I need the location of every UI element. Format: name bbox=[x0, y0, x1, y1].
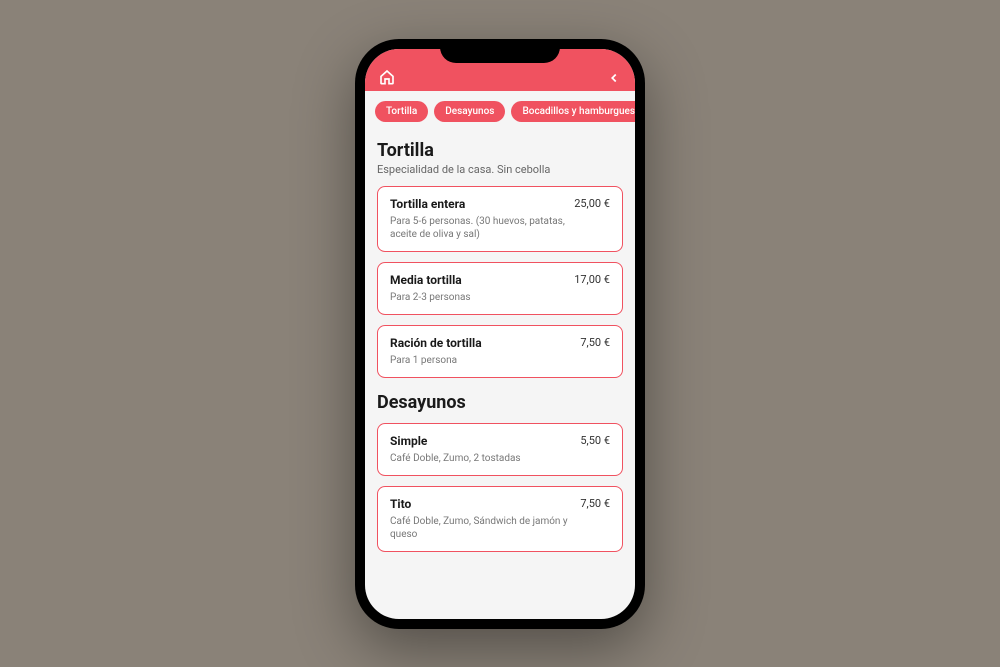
item-name: Simple bbox=[390, 434, 427, 448]
item-price: 5,50 € bbox=[580, 434, 610, 447]
menu-item[interactable]: Tortilla entera 25,00 € Para 5-6 persona… bbox=[377, 186, 623, 252]
tab-tortilla[interactable]: Tortilla bbox=[375, 101, 428, 122]
item-desc: Para 1 persona bbox=[390, 354, 570, 367]
section-subtitle: Especialidad de la casa. Sin cebolla bbox=[377, 163, 623, 176]
menu-item[interactable]: Simple 5,50 € Café Doble, Zumo, 2 tostad… bbox=[377, 423, 623, 476]
item-desc: Para 2-3 personas bbox=[390, 291, 570, 304]
section-title: Desayunos bbox=[377, 392, 623, 413]
section-desayunos: Desayunos Simple 5,50 € Café Doble, Zumo… bbox=[377, 392, 623, 552]
item-price: 7,50 € bbox=[580, 497, 610, 510]
item-name: Tito bbox=[390, 497, 411, 511]
tab-desayunos[interactable]: Desayunos bbox=[434, 101, 505, 122]
item-name: Tortilla entera bbox=[390, 197, 465, 211]
item-name: Media tortilla bbox=[390, 273, 462, 287]
item-desc: Café Doble, Zumo, Sándwich de jamón y qu… bbox=[390, 515, 570, 541]
section-title: Tortilla bbox=[377, 140, 623, 161]
menu-item[interactable]: Ración de tortilla 7,50 € Para 1 persona bbox=[377, 325, 623, 378]
item-price: 25,00 € bbox=[574, 197, 610, 210]
item-price: 7,50 € bbox=[580, 336, 610, 349]
item-desc: Café Doble, Zumo, 2 tostadas bbox=[390, 452, 570, 465]
section-tortilla: Tortilla Especialidad de la casa. Sin ce… bbox=[377, 140, 623, 378]
tab-bocadillos[interactable]: Bocadillos y hamburguesas bbox=[511, 101, 635, 122]
phone-notch bbox=[440, 39, 560, 63]
category-tabs: Tortilla Desayunos Bocadillos y hamburgu… bbox=[365, 91, 635, 130]
phone-screen: Tortilla Desayunos Bocadillos y hamburgu… bbox=[365, 49, 635, 619]
menu-content[interactable]: Tortilla Especialidad de la casa. Sin ce… bbox=[365, 130, 635, 614]
menu-item[interactable]: Media tortilla 17,00 € Para 2-3 personas bbox=[377, 262, 623, 315]
home-icon[interactable] bbox=[379, 69, 395, 85]
item-desc: Para 5-6 personas. (30 huevos, patatas, … bbox=[390, 215, 570, 241]
item-price: 17,00 € bbox=[574, 273, 610, 286]
item-name: Ración de tortilla bbox=[390, 336, 482, 350]
menu-item[interactable]: Tito 7,50 € Café Doble, Zumo, Sándwich d… bbox=[377, 486, 623, 552]
back-icon[interactable] bbox=[607, 71, 621, 85]
phone-frame: Tortilla Desayunos Bocadillos y hamburgu… bbox=[355, 39, 645, 629]
